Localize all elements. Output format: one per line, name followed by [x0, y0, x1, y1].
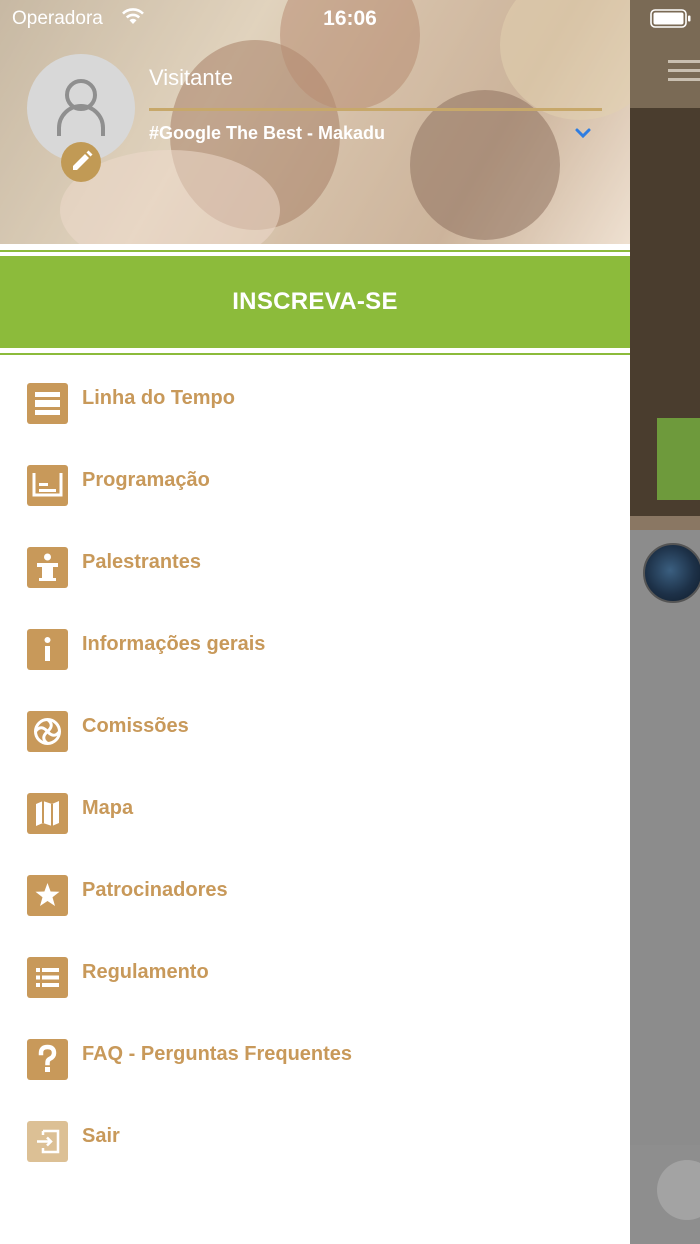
timeline-icon [27, 383, 68, 424]
subscribe-button[interactable]: INSCREVA-SE [0, 256, 630, 348]
menu-label: Mapa [82, 797, 134, 819]
committees-icon [27, 711, 68, 752]
edit-profile-button[interactable] [61, 142, 101, 182]
menu-item-schedule[interactable]: Programação [0, 439, 630, 521]
drawer-header: Visitante #Google The Best - Makadu [0, 0, 630, 244]
background-banner-button [657, 418, 700, 500]
status-bar: Operadora 16:06 [0, 0, 700, 36]
menu-label: FAQ - Perguntas Frequentes [82, 1043, 353, 1065]
menu-item-general-info[interactable]: Informações gerais [0, 603, 630, 685]
list-icon [27, 957, 68, 998]
background-content [630, 530, 700, 1145]
menu-label: Patrocinadores [82, 879, 228, 901]
question-icon [27, 1039, 68, 1080]
menu-label: Regulamento [82, 961, 209, 983]
menu-item-faq[interactable]: FAQ - Perguntas Frequentes [0, 1013, 630, 1095]
schedule-icon [27, 465, 68, 506]
speaker-podium-icon [27, 547, 68, 588]
menu-item-speakers[interactable]: Palestrantes [0, 521, 630, 603]
logout-icon [27, 1121, 68, 1162]
menu-label: Comissões [82, 715, 189, 737]
map-icon [27, 793, 68, 834]
clock: 16:06 [323, 7, 377, 30]
hamburger-icon-line [668, 60, 700, 63]
background-post-avatar [643, 543, 700, 603]
pencil-icon [73, 150, 93, 170]
menu-label: Informações gerais [82, 633, 266, 655]
star-icon [27, 875, 68, 916]
menu-item-map[interactable]: Mapa [0, 767, 630, 849]
background-divider [630, 516, 700, 530]
cta-top-rule [0, 250, 630, 252]
menu-label: Sair [82, 1125, 120, 1147]
hamburger-icon-line [668, 69, 700, 72]
hamburger-icon-line [668, 78, 700, 81]
menu-item-sponsors[interactable]: Patrocinadores [0, 849, 630, 931]
menu-label: Palestrantes [82, 551, 201, 573]
info-icon [27, 629, 68, 670]
menu-item-timeline[interactable]: Linha do Tempo [0, 357, 630, 439]
menu-item-rules[interactable]: Regulamento [0, 931, 630, 1013]
chevron-down-icon[interactable] [574, 126, 592, 145]
user-name: Visitante [149, 65, 233, 90]
user-divider [149, 108, 602, 111]
cta-bottom-rule [0, 353, 630, 355]
event-selector[interactable]: #Google The Best - Makadu [149, 123, 385, 144]
menu-label: Linha do Tempo [82, 387, 235, 409]
battery-icon [650, 9, 692, 34]
menu-item-committees[interactable]: Comissões [0, 685, 630, 767]
menu-label: Programação [82, 469, 210, 491]
menu-item-logout[interactable]: Sair [0, 1095, 630, 1177]
navigation-drawer: Visitante #Google The Best - Makadu INSC… [0, 0, 630, 1244]
